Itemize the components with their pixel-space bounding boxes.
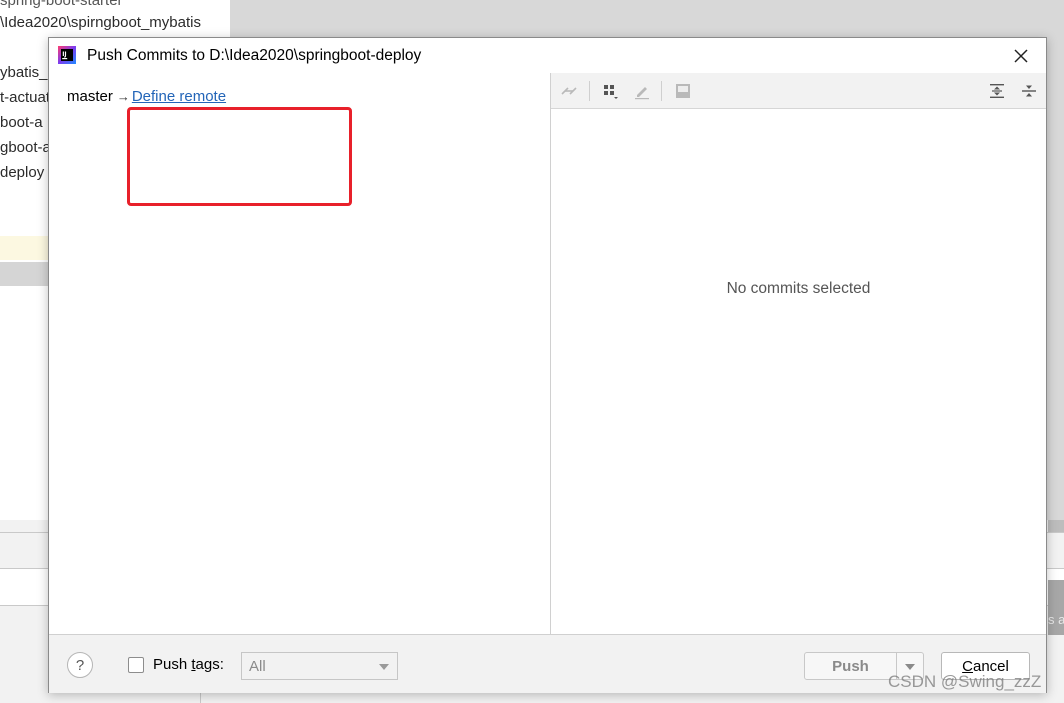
preview-icon[interactable] bbox=[672, 80, 694, 102]
compare-icon[interactable] bbox=[558, 80, 580, 102]
highlighted-row bbox=[0, 236, 50, 260]
chevron-down-icon bbox=[905, 664, 915, 670]
selected-row bbox=[0, 262, 50, 286]
push-tags-label-prefix: Push bbox=[153, 656, 192, 673]
push-tags-select-value: All bbox=[249, 658, 266, 675]
push-commits-dialog: IJ Push Commits to D:\Idea2020\springboo… bbox=[48, 37, 1047, 693]
push-button[interactable]: Push bbox=[804, 652, 897, 680]
project-item[interactable]: t-actuat bbox=[0, 89, 50, 106]
empty-state-message: No commits selected bbox=[726, 280, 871, 297]
push-tags-label-suffix: ags: bbox=[195, 656, 224, 673]
toolbar-separator bbox=[661, 81, 662, 101]
project-item[interactable]: ybatis_c bbox=[0, 64, 55, 81]
define-remote-link[interactable]: Define remote bbox=[132, 88, 226, 105]
scrollbar[interactable] bbox=[1048, 520, 1064, 532]
help-button[interactable]: ? bbox=[67, 652, 93, 678]
push-tags-checkbox[interactable] bbox=[128, 657, 144, 673]
close-icon[interactable] bbox=[1008, 43, 1034, 69]
push-tags-select[interactable]: All bbox=[241, 652, 398, 680]
commit-details-panel: No commits selected bbox=[551, 73, 1046, 634]
project-item[interactable]: deploy bbox=[0, 164, 44, 181]
project-item[interactable]: \Idea2020\spirngboot_mybatis bbox=[0, 14, 201, 31]
annotation-highlight-box bbox=[127, 107, 352, 206]
edit-icon[interactable] bbox=[631, 80, 653, 102]
push-tags-label[interactable]: Push tags: bbox=[153, 656, 224, 673]
dialog-title: Push Commits to D:\Idea2020\springboot-d… bbox=[87, 47, 422, 64]
intellij-icon: IJ bbox=[58, 46, 76, 64]
dialog-title-bar[interactable]: IJ Push Commits to D:\Idea2020\springboo… bbox=[49, 38, 1046, 73]
toolbar-separator bbox=[589, 81, 590, 101]
side-panel-text: s a bbox=[1048, 612, 1064, 627]
project-item[interactable]: boot-a bbox=[0, 114, 43, 131]
chevron-down-icon bbox=[379, 664, 389, 670]
details-toolbar bbox=[551, 73, 1046, 109]
expand-all-icon[interactable] bbox=[986, 80, 1008, 102]
collapse-all-icon[interactable] bbox=[1018, 80, 1040, 102]
project-item[interactable]: gboot-a bbox=[0, 139, 51, 156]
group-by-icon[interactable] bbox=[600, 80, 622, 102]
svg-text:IJ: IJ bbox=[62, 51, 66, 58]
branch-tree: master → Define remote bbox=[49, 73, 550, 634]
branch-row[interactable]: master → Define remote bbox=[67, 88, 226, 105]
arrow-icon: → bbox=[116, 89, 130, 104]
watermark: CSDN @Swing_zzZ bbox=[888, 672, 1042, 691]
project-item[interactable]: spring-boot-starter bbox=[0, 0, 123, 9]
branch-name: master bbox=[67, 88, 113, 105]
